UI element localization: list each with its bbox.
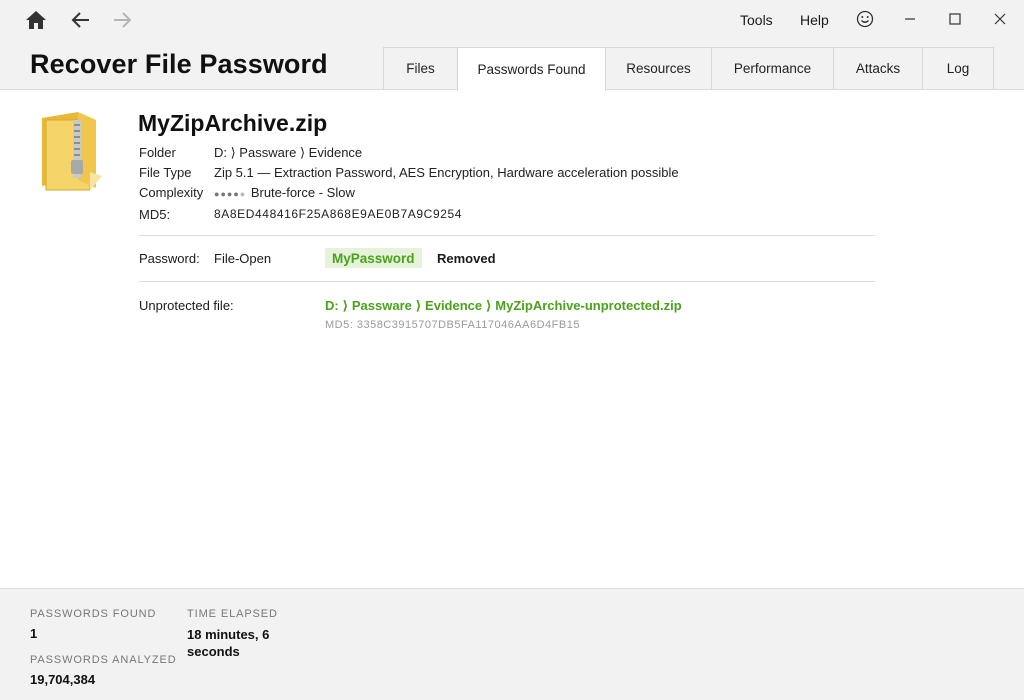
tab-resources[interactable]: Resources	[605, 47, 712, 89]
complexity-dot: ●	[239, 189, 247, 199]
md5-label: MD5:	[139, 207, 171, 222]
forward-button[interactable]	[108, 8, 136, 32]
divider	[139, 281, 875, 282]
minimize-icon	[905, 18, 915, 20]
home-button[interactable]	[22, 8, 50, 32]
tab-bar: Files Passwords Found Resources Performa…	[383, 47, 994, 91]
zip-folder-icon	[42, 112, 102, 191]
close-icon	[994, 13, 1006, 25]
minimize-button[interactable]	[898, 8, 922, 30]
complexity-label: Complexity	[139, 185, 204, 200]
feedback-smiley-icon[interactable]	[855, 9, 875, 29]
arrow-left-icon	[71, 12, 89, 28]
complexity-text: Brute-force - Slow	[250, 185, 355, 200]
password-label: Password:	[139, 251, 200, 266]
status-footer: PASSWORDS FOUND 1 TIME ELAPSED 18 minute…	[0, 588, 1024, 700]
password-value[interactable]: MyPassword	[325, 248, 422, 268]
password-kind: File-Open	[214, 251, 272, 266]
app-title: Recover File Password	[30, 49, 328, 79]
back-button[interactable]	[67, 8, 95, 32]
tab-performance[interactable]: Performance	[711, 47, 834, 89]
title-bar: Tools Help Recover File Password Files P…	[0, 0, 1024, 91]
file-name: MyZipArchive.zip	[138, 110, 328, 136]
passwords-analyzed-value: 19,704,384	[30, 672, 96, 687]
tab-attacks[interactable]: Attacks	[833, 47, 923, 89]
menu-tools[interactable]: Tools	[740, 12, 773, 28]
time-elapsed-label: TIME ELAPSED	[187, 608, 278, 620]
passwords-analyzed-label: PASSWORDS ANALYZED	[30, 654, 177, 666]
folder-label: Folder	[139, 145, 176, 160]
time-elapsed-value: 18 minutes, 6 seconds	[187, 627, 270, 659]
divider	[139, 235, 875, 236]
unprotected-file-link[interactable]: D: ⟩ Passware ⟩ Evidence ⟩ MyZipArchive-…	[325, 298, 682, 314]
passwords-found-value: 1	[30, 626, 38, 641]
complexity-value: ●●●●● Brute-force - Slow	[214, 185, 355, 200]
passwords-found-label: PASSWORDS FOUND	[30, 608, 157, 620]
arrow-right-icon	[114, 12, 132, 28]
folder-value: D: ⟩ Passware ⟩ Evidence	[214, 145, 363, 160]
file-type-value: Zip 5.1 — Extraction Password, AES Encry…	[214, 165, 679, 180]
unprotected-file-md5: MD5: 3358C3915707DB5FA117046AA6D4FB15	[325, 319, 580, 331]
password-status: Removed	[437, 251, 496, 266]
home-icon	[26, 11, 46, 29]
complexity-rating: ●●●●●	[214, 185, 251, 200]
file-type-label: File Type	[139, 165, 192, 180]
unprotected-file-label: Unprotected file:	[139, 298, 234, 313]
tab-files[interactable]: Files	[383, 47, 458, 89]
md5-value: 8A8ED448416F25A868E9AE0B7A9C9254	[214, 207, 463, 221]
maximize-icon	[949, 13, 961, 25]
maximize-button[interactable]	[943, 8, 967, 30]
menu-help[interactable]: Help	[800, 12, 829, 28]
tab-log[interactable]: Log	[922, 47, 994, 89]
tab-passwords-found[interactable]: Passwords Found	[457, 47, 606, 91]
close-button[interactable]	[988, 8, 1012, 30]
